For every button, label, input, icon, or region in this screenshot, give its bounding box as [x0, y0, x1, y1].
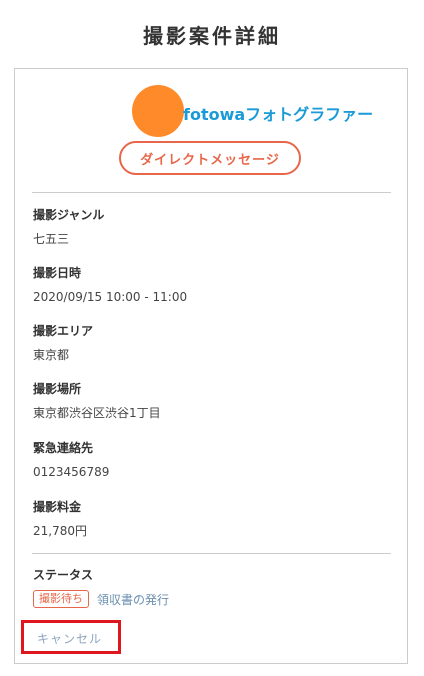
status-row: 撮影待ち 領収書の発行 — [33, 590, 169, 608]
area-label: 撮影エリア — [33, 324, 94, 338]
location-field: 撮影場所 東京都渋谷区渋谷1丁目 — [33, 381, 373, 421]
location-label: 撮影場所 — [33, 382, 82, 396]
fee-value: 21,780円 — [33, 524, 87, 538]
fee-field: 撮影料金 21,780円 — [33, 499, 373, 539]
cancel-link[interactable]: キャンセル — [37, 630, 102, 647]
area-value: 東京都 — [33, 348, 70, 362]
status-badge: 撮影待ち — [33, 590, 89, 608]
genre-field: 撮影ジャンル 七五三 — [33, 207, 373, 247]
divider — [32, 192, 391, 193]
status-field: ステータス — [33, 567, 373, 583]
emergency-contact-field: 緊急連絡先 0123456789 — [33, 440, 373, 480]
fee-label: 撮影料金 — [33, 500, 82, 514]
area-field: 撮影エリア 東京都 — [33, 323, 373, 363]
genre-value: 七五三 — [33, 232, 70, 246]
datetime-value: 2020/09/15 10:00 - 11:00 — [33, 290, 188, 304]
photographer-name-link[interactable]: fotowaフォトグラファー — [183, 101, 373, 125]
status-label: ステータス — [33, 568, 94, 582]
emergency-contact-value: 0123456789 — [33, 465, 110, 479]
location-value: 東京都渋谷区渋谷1丁目 — [33, 406, 161, 420]
datetime-label: 撮影日時 — [33, 266, 82, 280]
direct-message-button[interactable]: ダイレクトメッセージ — [119, 141, 301, 175]
divider — [32, 553, 391, 554]
avatar — [132, 85, 184, 137]
datetime-field: 撮影日時 2020/09/15 10:00 - 11:00 — [33, 265, 373, 305]
receipt-link[interactable]: 領収書の発行 — [97, 591, 169, 608]
page-title: 撮影案件詳細 — [143, 24, 281, 48]
cancel-highlight-box: キャンセル — [21, 620, 121, 654]
job-detail-card: fotowaフォトグラファー ダイレクトメッセージ 撮影ジャンル 七五三 撮影日… — [14, 68, 408, 664]
emergency-contact-label: 緊急連絡先 — [33, 441, 94, 455]
genre-label: 撮影ジャンル — [33, 208, 105, 222]
